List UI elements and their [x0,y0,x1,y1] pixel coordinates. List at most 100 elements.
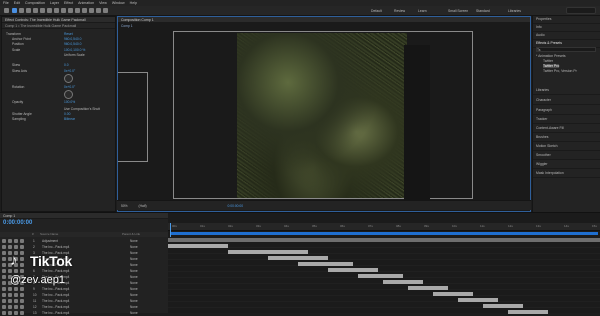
work-area-bar[interactable] [170,232,598,235]
workspace-tab[interactable]: Small Screen [448,9,468,13]
brush-tool-icon[interactable] [75,8,80,13]
layer-bar[interactable] [268,256,328,260]
layer-bar[interactable] [358,274,403,278]
selection-tool-icon[interactable] [12,8,17,13]
clone-tool-icon[interactable] [82,8,87,13]
type-tool-icon[interactable] [68,8,73,13]
visibility-toggle-icon[interactable] [2,239,6,243]
visibility-toggle-icon[interactable] [20,305,24,309]
ec-prop-value[interactable]: 0.0 [64,63,69,67]
ec-prop-value[interactable]: Bilinear [64,117,75,121]
panel-item[interactable]: Character [536,98,551,102]
visibility-toggle-icon[interactable] [2,275,6,279]
layer-bar[interactable] [228,250,308,254]
panel-item[interactable]: Audio [536,33,545,37]
layer-bar[interactable] [483,304,523,308]
layer-row[interactable]: 13 The Inc...Pack.mp4 None [0,310,168,316]
visibility-toggle-icon[interactable] [8,299,12,303]
panel-item[interactable]: Mask Interpolation [536,171,564,175]
panel-item[interactable]: Paragraph [536,108,552,112]
visibility-toggle-icon[interactable] [20,245,24,249]
ec-prop-value[interactable]: 0x+0.0° [64,85,75,89]
panel-item[interactable]: Motion Sketch [536,144,558,148]
ec-prop-value[interactable]: Use Composition's Shutt [64,107,100,111]
eraser-tool-icon[interactable] [89,8,94,13]
panel-item[interactable]: Wiggler [536,162,548,166]
time-graph[interactable]: 00s 01s 02s 03s 04s 05s 06s 07s 08s 09s 10s 11s 12s 1… [168,213,600,314]
timeline-timecode[interactable]: 0:00:00:00 [3,220,32,226]
hand-tool-icon[interactable] [19,8,24,13]
layer-bar[interactable] [383,280,423,284]
skew-dial[interactable] [64,74,73,83]
visibility-toggle-icon[interactable] [14,239,18,243]
puppet-tool-icon[interactable] [103,8,108,13]
rotate-tool-icon[interactable] [33,8,38,13]
rectangle-tool-icon[interactable] [54,8,59,13]
visibility-toggle-icon[interactable] [8,293,12,297]
composition-subtab[interactable]: Comp 1 [121,24,133,28]
visibility-toggle-icon[interactable] [8,305,12,309]
visibility-toggle-icon[interactable] [14,293,18,297]
roto-tool-icon[interactable] [96,8,101,13]
visibility-toggle-icon[interactable] [2,245,6,249]
resolution-dropdown[interactable]: (Half) [139,204,147,208]
workspace-tab[interactable]: Default [371,9,382,13]
visibility-toggle-icon[interactable] [2,305,6,309]
workspace-tab[interactable]: Learn [418,9,427,13]
panel-item[interactable]: Smoother [536,153,551,157]
panel-item[interactable]: Tracker [536,117,547,121]
preset-tree-item[interactable]: Twitter [543,59,553,63]
layer-bar[interactable] [508,310,548,314]
ec-prop-value[interactable]: 960.0,540.0 [64,42,81,46]
home-icon[interactable] [4,8,9,13]
ec-prop-value[interactable]: 0.00 [64,112,70,116]
workspace-tab[interactable]: Standard [476,9,490,13]
visibility-toggle-icon[interactable] [2,263,6,267]
layer-bar[interactable] [328,268,378,272]
layer-bar[interactable] [458,298,498,302]
workspace-tab[interactable]: Review [394,9,405,13]
ec-prop-value[interactable]: 0x+0.0° [64,69,75,73]
visibility-toggle-icon[interactable] [20,287,24,291]
visibility-toggle-icon[interactable] [2,251,6,255]
visibility-toggle-icon[interactable] [2,299,6,303]
panel-item[interactable]: Effects & Presets [536,41,562,45]
layer-bar[interactable] [168,238,600,242]
visibility-toggle-icon[interactable] [8,287,12,291]
workspace-tab[interactable]: Libraries [508,9,521,13]
ec-prop-value[interactable]: Reset [64,32,73,36]
visibility-toggle-icon[interactable] [14,245,18,249]
preset-tree-item[interactable]: Twitter Pro, Version Pr [543,69,577,73]
rotation-dial[interactable] [64,90,73,99]
preset-tree-item[interactable]: Twitter Pro [543,64,560,68]
visibility-toggle-icon[interactable] [20,239,24,243]
visibility-toggle-icon[interactable] [2,257,6,261]
composition-tab[interactable]: Composition Comp 1 [118,17,530,23]
zoom-dropdown[interactable]: 50% [121,204,128,208]
visibility-toggle-icon[interactable] [2,281,6,285]
video-frame[interactable] [237,33,407,198]
timeline-tab[interactable]: Comp 1 [0,213,168,219]
layer-bar[interactable] [433,292,473,296]
pan-tool-icon[interactable] [47,8,52,13]
panel-item[interactable]: Content-Aware Fill [536,126,564,130]
pen-tool-icon[interactable] [61,8,66,13]
parent-dropdown[interactable]: None [130,310,138,316]
visibility-toggle-icon[interactable] [14,287,18,291]
time-ruler[interactable]: 00s 01s 02s 03s 04s 05s 06s 07s 08s 09s 10s 11s 12s 1… [168,223,600,231]
visibility-toggle-icon[interactable] [2,269,6,273]
effects-search-input[interactable]: Ts [536,47,596,52]
visibility-toggle-icon[interactable] [14,305,18,309]
visibility-toggle-icon[interactable] [14,299,18,303]
layer-bar[interactable] [298,262,353,266]
visibility-toggle-icon[interactable] [2,287,6,291]
layer-bar[interactable] [168,244,228,248]
preset-tree-item[interactable]: * Animation Presets [536,54,566,58]
visibility-toggle-icon[interactable] [8,245,12,249]
visibility-toggle-icon[interactable] [8,239,12,243]
zoom-tool-icon[interactable] [26,8,31,13]
panel-item[interactable]: Libraries [536,88,549,92]
ec-prop-value[interactable]: 100.0% [64,100,75,104]
ec-prop-value[interactable]: 960.0,540.0 [64,37,81,41]
panel-item[interactable]: Info [536,25,542,29]
